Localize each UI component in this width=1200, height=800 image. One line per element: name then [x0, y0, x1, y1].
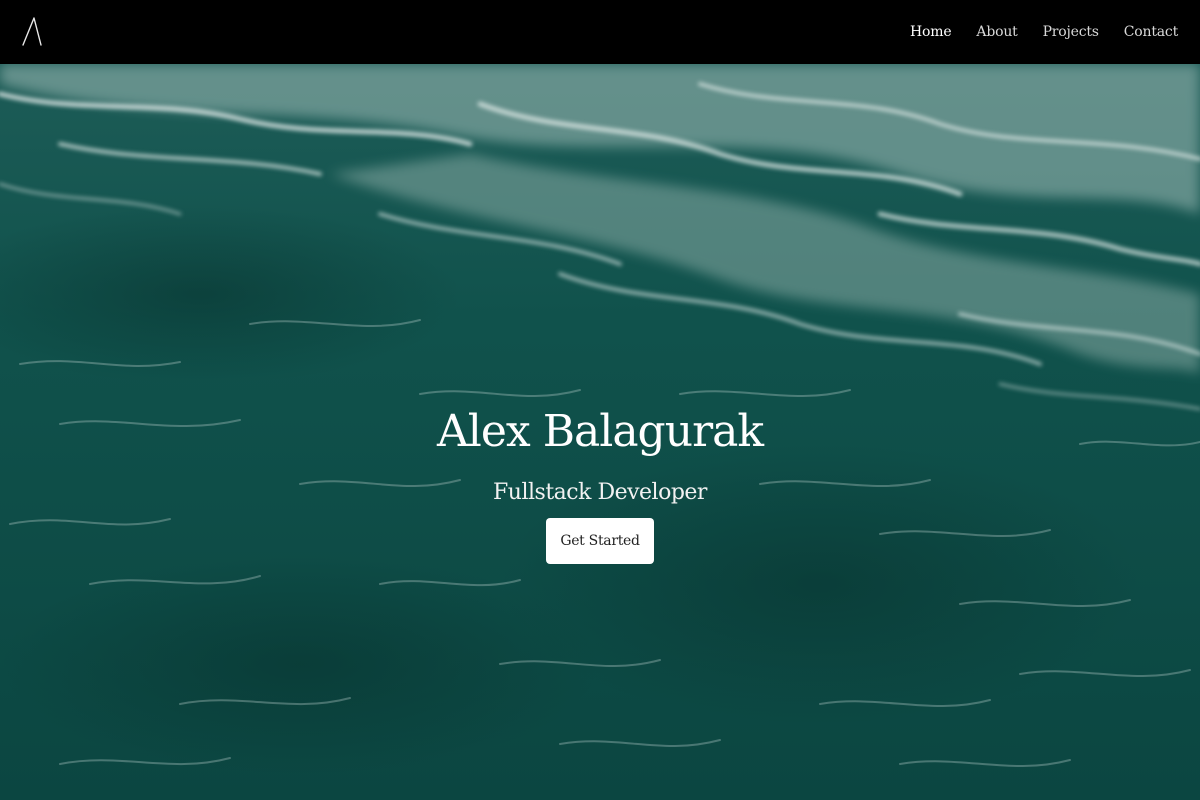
nav-contact-link[interactable]: Contact	[1124, 24, 1178, 40]
hero-section: Alex Balagurak Fullstack Developer Get S…	[0, 64, 1200, 800]
nav-about-link[interactable]: About	[976, 24, 1017, 40]
nav-projects-link[interactable]: Projects	[1043, 24, 1099, 40]
hero-content: Alex Balagurak Fullstack Developer Get S…	[0, 400, 1200, 564]
get-started-button[interactable]: Get Started	[546, 518, 654, 564]
nav-home-link[interactable]: Home	[910, 24, 952, 40]
nav-links: Home About Projects Contact	[910, 24, 1178, 40]
top-navbar: Home About Projects Contact	[0, 0, 1200, 64]
hero-title: Alex Balagurak	[437, 406, 764, 457]
a-letter-logo-icon[interactable]	[20, 16, 44, 48]
hero-subtitle: Fullstack Developer	[493, 480, 707, 505]
page: Home About Projects Contact Alex Balagur…	[0, 0, 1200, 800]
